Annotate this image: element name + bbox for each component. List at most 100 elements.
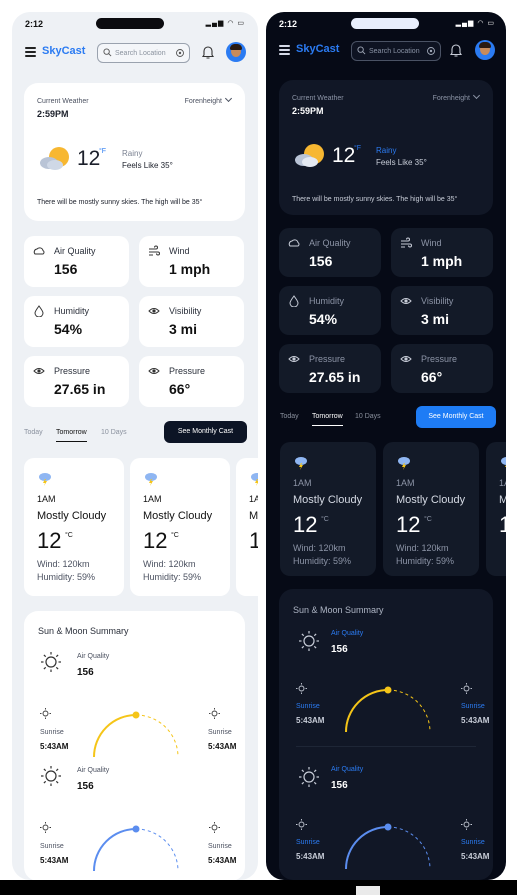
forecast-hour: 1AM — [37, 494, 56, 504]
forecast-condition: Mostly Cloudy — [293, 494, 363, 506]
app-brand: SkyCast — [42, 45, 86, 57]
current-weather-card: Current Weather 2:59PM Forenheight 12 °F… — [24, 83, 245, 221]
air-quality-value: 156 — [331, 780, 348, 791]
forecast-card[interactable]: 1AM Mostly Cloudy 12 °C Wind: 120km Humi… — [24, 458, 124, 596]
forecast-wind: Wind: 120km — [396, 543, 449, 553]
forecast-temp-unit: °C — [171, 532, 179, 539]
thunderstorm-icon — [145, 473, 157, 486]
sunrise-time: 5:43AM — [208, 856, 237, 865]
sunrise-time: 5:43AM — [296, 716, 325, 725]
forecast-humidity: Humidity: 59% — [143, 572, 202, 582]
stat-label: Visibility — [421, 296, 454, 306]
see-monthly-cast-button[interactable]: See Monthly Cast — [164, 421, 247, 443]
stat-label: Wind — [169, 246, 190, 256]
forecast-hour: 1AM — [396, 478, 415, 488]
forecast-condition: Mostly Cloudy — [37, 510, 107, 522]
current-condition: Rainy — [122, 149, 143, 158]
eye-icon — [148, 368, 160, 374]
location-target-icon[interactable] — [426, 46, 436, 56]
tab-today[interactable]: Today — [280, 413, 299, 420]
partly-sunny-icon — [40, 147, 69, 170]
stat-card-pressure-2[interactable]: Pressure 66° — [139, 356, 244, 407]
tab-today[interactable]: Today — [24, 429, 43, 436]
stat-card-visibility[interactable]: Visibility 3 mi — [139, 296, 244, 347]
menu-icon[interactable] — [279, 45, 290, 55]
see-monthly-cast-button[interactable]: See Monthly Cast — [416, 406, 496, 428]
unit-dropdown[interactable]: Forenheight — [433, 91, 481, 102]
sunrise-label: Sunrise — [296, 839, 320, 846]
stat-card-wind[interactable]: Wind 1 mph — [139, 236, 244, 287]
forecast-temp: 1 — [499, 512, 506, 537]
weather-description: There will be mostly sunny skies. The hi… — [37, 199, 203, 206]
chevron-down-icon — [472, 91, 481, 100]
sun-icon — [41, 652, 61, 672]
search-input[interactable]: Search Location — [351, 41, 441, 61]
sunrise-label: Sunrise — [296, 703, 320, 710]
stat-card-pressure[interactable]: Pressure 27.65 in — [24, 356, 129, 407]
forecast-humidity: Humidity: 59% — [293, 556, 352, 566]
avatar[interactable] — [226, 42, 246, 62]
eye-icon — [33, 368, 45, 374]
app-header: SkyCast Search Location — [12, 41, 258, 65]
sun-arc — [93, 711, 179, 758]
sun-icon — [299, 631, 319, 651]
search-input[interactable]: Search Location — [97, 43, 190, 63]
air-quality-value: 156 — [77, 667, 94, 678]
stat-card-wind[interactable]: Wind 1 mph — [391, 228, 493, 277]
forecast-card[interactable]: 1AM Mostly Cloudy 12 °C Wind: 120km Humi… — [280, 442, 376, 576]
location-target-icon[interactable] — [175, 48, 185, 58]
stat-card-pressure[interactable]: Pressure 27.65 in — [279, 344, 381, 393]
humidity-icon — [34, 305, 44, 317]
thunderstorm-icon — [251, 473, 258, 486]
weather-description: There will be mostly sunny skies. The hi… — [292, 196, 458, 203]
bell-icon[interactable] — [201, 45, 215, 60]
stat-value: 66° — [169, 381, 191, 397]
stat-label: Air Quality — [309, 238, 351, 248]
forecast-temp: 12 — [396, 512, 421, 537]
stat-card-humidity[interactable]: Humidity 54% — [279, 286, 381, 335]
air-quality-label: Air Quality — [77, 767, 110, 774]
signal-wifi-battery-icon: ▂▄▆ ◠ ▭ — [205, 20, 245, 27]
sunrise-time: 5:43AM — [461, 716, 490, 725]
stat-value: 3 mi — [169, 321, 198, 337]
sunrise-icon — [209, 822, 220, 833]
stat-card-visibility[interactable]: Visibility 3 mi — [391, 286, 493, 335]
air-quality-icon — [288, 239, 300, 247]
forecast-card-peek[interactable]: 1A M 1 — [486, 442, 506, 576]
sunrise-label: Sunrise — [461, 839, 485, 846]
menu-icon[interactable] — [25, 47, 36, 57]
current-weather-label: Current Weather — [292, 95, 344, 102]
forecast-card[interactable]: 1AM Mostly Cloudy 12 °C Wind: 120km Humi… — [130, 458, 230, 596]
tab-tomorrow[interactable]: Tomorrow — [312, 413, 343, 426]
stat-card-air-quality[interactable]: Air Quality 156 — [279, 228, 381, 277]
current-temp-unit: °F — [99, 148, 107, 155]
air-quality-label: Air Quality — [331, 630, 364, 637]
forecast-hour: 1A — [249, 494, 258, 504]
tab-tomorrow[interactable]: Tomorrow — [56, 429, 87, 442]
forecast-card[interactable]: 1AM Mostly Cloudy 12 °C Wind: 120km Humi… — [383, 442, 479, 576]
tab-10-days[interactable]: 10 Days — [355, 413, 381, 420]
stat-label: Pressure — [309, 354, 346, 364]
tab-10-days[interactable]: 10 Days — [101, 429, 127, 436]
sunrise-icon — [461, 683, 472, 694]
forecast-hour: 1A — [499, 478, 506, 488]
stat-card-humidity[interactable]: Humidity 54% — [24, 296, 129, 347]
stat-label: Air Quality — [54, 246, 96, 256]
dark-mode-screen: 2:12 ▂▄▆ ◠ ▭ SkyCast Search Location Cur… — [266, 12, 506, 880]
forecast-tabs: Today Tomorrow 10 Days — [24, 429, 154, 443]
forecast-card-peek[interactable]: 1A M 1 — [236, 458, 258, 596]
stat-card-pressure-2[interactable]: Pressure 66° — [391, 344, 493, 393]
forecast-hour: 1AM — [293, 478, 312, 488]
forecast-temp: 12 — [37, 528, 62, 553]
sun-icon — [41, 766, 61, 786]
sunrise-time: 5:43AM — [40, 856, 69, 865]
stat-card-air-quality[interactable]: Air Quality 156 — [24, 236, 129, 287]
unit-dropdown[interactable]: Forenheight — [185, 94, 233, 105]
avatar[interactable] — [475, 40, 495, 60]
sunrise-icon — [296, 819, 307, 830]
bell-icon[interactable] — [449, 43, 463, 58]
forecast-wind: Wind: 120km — [143, 559, 196, 569]
sun-arc — [345, 686, 431, 733]
stat-value: 156 — [309, 253, 333, 269]
forecast-humidity: Humidity: 59% — [37, 572, 96, 582]
